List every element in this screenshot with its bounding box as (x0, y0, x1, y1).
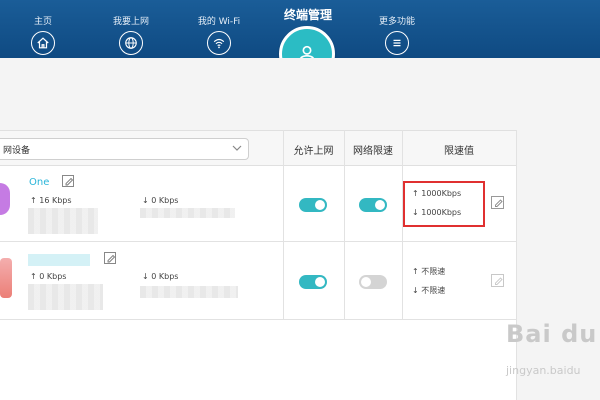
allow-internet-toggle[interactable] (299, 198, 327, 212)
menu-icon[interactable] (385, 31, 409, 55)
download-speed: ↓ 0 Kbps (142, 196, 179, 205)
column-divider (283, 130, 284, 320)
device-filter-value: 网设备 (3, 146, 31, 156)
highlight-box (403, 181, 485, 227)
column-divider (344, 130, 345, 320)
chevron-down-icon (232, 145, 242, 151)
header-speed-limit: 网络限速 (353, 146, 393, 157)
allow-internet-toggle[interactable] (299, 275, 327, 289)
nav-more-label: 更多功能 (378, 17, 415, 27)
upload-limit-value: ↑ 不限速 (412, 267, 446, 276)
edit-name-icon[interactable] (62, 175, 74, 187)
edit-limit-icon (491, 274, 504, 287)
speed-limit-toggle[interactable] (359, 275, 387, 289)
nav-wifi[interactable]: 我的 Wi-Fi (179, 0, 259, 58)
device-filter-select[interactable]: 网设备 (0, 138, 249, 160)
device-name (28, 254, 90, 266)
upload-speed: ↑ 16 Kbps (30, 196, 72, 205)
blurred-device-info (28, 284, 103, 310)
nav-wifi-label: 我的 Wi-Fi (197, 17, 241, 27)
row-divider (0, 319, 516, 320)
nav-internet-label: 我要上网 (112, 17, 149, 27)
watermark-logo-text: Bai du (506, 320, 598, 348)
edit-limit-icon[interactable] (491, 196, 504, 209)
blurred-device-info (140, 208, 235, 218)
row-divider (0, 241, 516, 242)
avatar (0, 183, 10, 215)
upload-speed: ↑ 0 Kbps (30, 272, 67, 281)
nav-internet[interactable]: 我要上网 (91, 0, 171, 58)
watermark-url: jingyan.baidu (506, 364, 581, 377)
edit-name-icon[interactable] (104, 252, 116, 264)
download-limit-value: ↓ 不限速 (412, 286, 446, 295)
download-speed: ↓ 0 Kbps (142, 272, 179, 281)
header-limit-value: 限速值 (444, 146, 474, 157)
home-icon[interactable] (31, 31, 55, 55)
nav-more[interactable]: 更多功能 (357, 0, 437, 58)
speed-limit-toggle[interactable] (359, 198, 387, 212)
blurred-device-info (28, 208, 98, 234)
blurred-device-info (140, 286, 238, 298)
nav-terminal-label: 终端管理 (283, 8, 332, 22)
nav-home[interactable]: 主页 (3, 0, 83, 58)
nav-home-label: 主页 (33, 17, 52, 27)
header-allow-internet: 允许上网 (293, 146, 334, 157)
avatar (0, 258, 12, 298)
globe-icon[interactable] (119, 31, 143, 55)
wifi-icon[interactable] (207, 31, 231, 55)
device-name: One (29, 177, 50, 188)
